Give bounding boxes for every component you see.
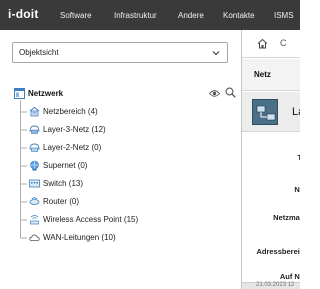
home-icon[interactable]: [257, 38, 268, 49]
layer3-net-icon: [29, 125, 40, 134]
field-label-title: Ti: [297, 153, 300, 162]
tree-item-label: Layer-3-Netz (12): [43, 125, 106, 134]
tree-item-label: Router (0): [43, 197, 80, 206]
wireless-access-point-icon: [30, 215, 39, 225]
field-label-on-net: Auf Ne: [279, 272, 300, 281]
section-header: Netz: [242, 59, 300, 91]
footer-timestamp: 21.03.2023 12: [256, 282, 295, 288]
field-label-address-range: Adressbereic: [256, 247, 300, 256]
field-label-netmask: Netzmas: [273, 213, 300, 222]
network-folder-icon: [14, 88, 25, 99]
search-icon[interactable]: [225, 87, 236, 98]
eye-icon[interactable]: [209, 89, 220, 98]
tree-item-label: WAN-Leitungen (10): [43, 233, 116, 242]
object-image: [252, 99, 278, 125]
chevron-down-icon: [212, 51, 220, 56]
main-nav: Software Infrastruktur Andere Kontakte I…: [0, 0, 300, 30]
tree-item-label: Switch (13): [43, 179, 84, 188]
network-range-icon: [29, 106, 40, 117]
object-summary-card: La: [242, 92, 300, 132]
tree-item-label: Supernet (0): [43, 161, 88, 170]
object-title: La: [292, 106, 300, 118]
object-detail-panel: C Netz La Ti Ne Netzmas Adressbereic Auf…: [242, 30, 300, 289]
nav-item-infrastruktur[interactable]: Infrastruktur: [114, 11, 157, 20]
breadcrumb: C: [242, 30, 300, 58]
tree-item-label: Layer-2-Netz (0): [43, 143, 102, 152]
cloud-icon: [29, 234, 40, 241]
object-browser-panel: Objektsicht Netzwerk Netzbereich (4) Lay…: [0, 30, 241, 289]
view-select[interactable]: Objektsicht: [12, 42, 228, 63]
tree-item-label: Netzbereich (4): [43, 107, 98, 116]
nav-item-software[interactable]: Software: [60, 11, 92, 20]
nav-item-isms[interactable]: ISMS: [274, 11, 294, 20]
tree-root-label: Netzwerk: [28, 89, 64, 98]
nav-item-kontakte[interactable]: Kontakte: [223, 11, 255, 20]
layer2-net-icon: [29, 143, 40, 152]
nav-item-andere[interactable]: Andere: [178, 11, 204, 20]
top-navigation-bar: i-doit Software Infrastruktur Andere Kon…: [0, 0, 300, 30]
breadcrumb-separator: C: [280, 38, 287, 48]
network-device-icon: [256, 105, 276, 121]
section-title: Netz: [254, 70, 271, 79]
router-icon: [29, 197, 40, 205]
tree-item-label: Wireless Access Point (15): [43, 215, 139, 224]
view-select-value: Objektsicht: [19, 48, 59, 57]
supernet-icon: [30, 160, 39, 171]
switch-icon: [29, 179, 40, 188]
field-label-net: Ne: [294, 185, 300, 194]
